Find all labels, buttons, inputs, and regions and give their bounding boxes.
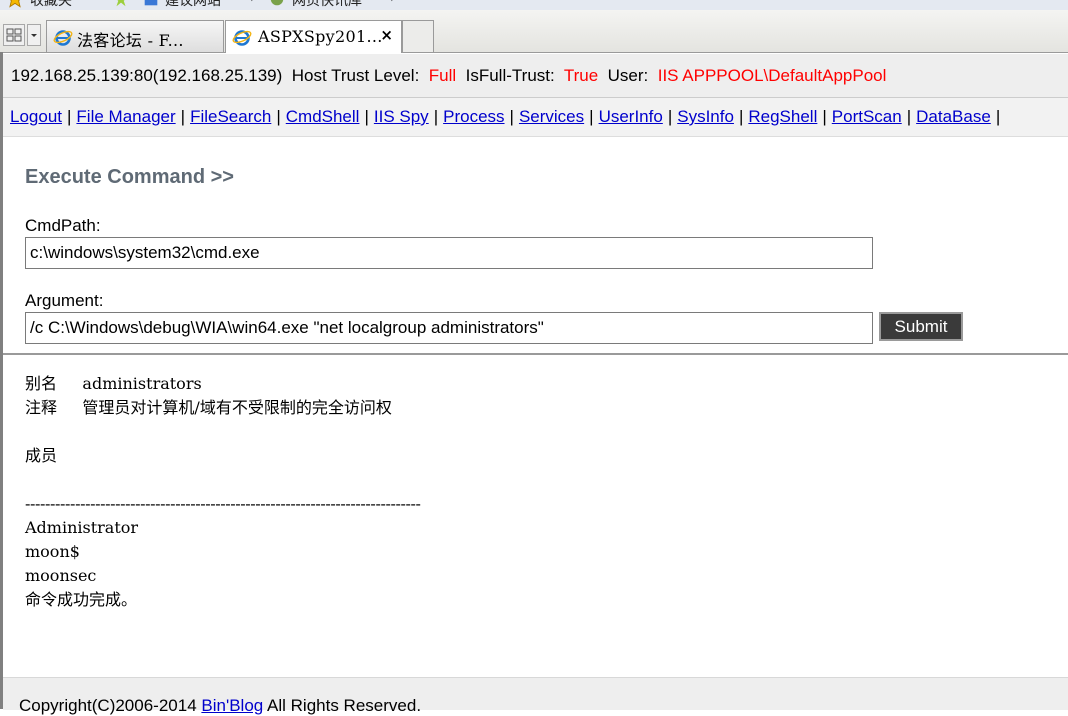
rights-text: All Rights Reserved. [267, 696, 422, 715]
full-trust-label: IsFull-Trust: [465, 66, 555, 85]
main-nav: Logout | File Manager | FileSearch | CmdShell |… [3, 98, 1068, 137]
tab-list-button[interactable] [27, 24, 41, 46]
output-line: 命令成功完成。 [25, 590, 138, 609]
output-separator-line: ----------------------------------------… [25, 494, 421, 513]
favorites-label[interactable]: 收藏夹 [30, 0, 72, 10]
nav-regshell[interactable]: RegShell [748, 107, 817, 126]
argument-label: Argument: [25, 291, 104, 310]
nav-file-search[interactable]: FileSearch [190, 107, 271, 126]
nav-separator: | [509, 107, 514, 126]
trust-level-value: Full [428, 66, 457, 85]
divider [3, 353, 1068, 355]
nav-logout[interactable]: Logout [10, 107, 62, 126]
tab-title: 法客论坛 - F... [77, 31, 184, 50]
trust-level-label: Host Trust Level: [291, 66, 420, 85]
user-value: IIS APPPOOL\DefaultAppPool [657, 66, 887, 85]
nav-separator: | [822, 107, 827, 126]
output-line: moonsec [25, 566, 97, 585]
nav-separator: | [589, 107, 594, 126]
ie-icon [53, 30, 73, 46]
nav-separator: | [364, 107, 369, 126]
close-tab-icon[interactable]: × [380, 26, 393, 44]
quick-tabs-icon [6, 28, 22, 42]
nav-separator: | [995, 107, 1001, 126]
tab-strip: 法客论坛 - F... ASPXSpy201... × [0, 10, 1068, 53]
nav-database[interactable]: DataBase [916, 107, 991, 126]
nav-portscan[interactable]: PortScan [832, 107, 902, 126]
argument-input[interactable]: /c C:\Windows\debug\WIA\win64.exe "net l… [25, 312, 873, 344]
footer: Copyright(C)2006-2014 Bin'Blog All Right… [3, 677, 1068, 715]
suggested-sites-link[interactable]: 建议网站 [165, 0, 221, 10]
nav-userinfo[interactable]: UserInfo [599, 107, 663, 126]
nav-separator: | [738, 107, 744, 126]
blog-link[interactable]: Bin'Blog [201, 696, 263, 715]
nav-services[interactable]: Services [519, 107, 584, 126]
nav-separator: | [667, 107, 673, 126]
tab-aspxspy[interactable]: ASPXSpy201... × [225, 20, 402, 53]
nav-process[interactable]: Process [443, 107, 504, 126]
output-line: 成员 [25, 446, 58, 465]
cmdpath-label: CmdPath: [25, 216, 101, 235]
tab-fake-forum[interactable]: 法客论坛 - F... [46, 20, 224, 52]
page-left-border [0, 52, 3, 709]
output-line: Administrator [25, 518, 139, 537]
host-address: 192.168.25.139:80(192.168.25.139) [11, 66, 283, 85]
nav-file-manager[interactable]: File Manager [76, 107, 175, 126]
favorites-star-icon[interactable] [6, 0, 24, 8]
nav-separator: | [433, 107, 439, 126]
chevron-down-icon [31, 34, 37, 37]
submit-button[interactable]: Submit [879, 312, 963, 341]
nav-iis-spy[interactable]: IIS Spy [374, 107, 429, 126]
nav-cmdshell[interactable]: CmdShell [286, 107, 360, 126]
web-slice-dropdown-icon[interactable]: ▼ [388, 0, 396, 3]
copyright-text: Copyright(C)2006-2014 [19, 696, 197, 715]
new-tab-button[interactable] [402, 20, 434, 52]
cmdpath-input[interactable]: c:\windows\system32\cmd.exe [25, 237, 873, 269]
full-trust-value: True [563, 66, 599, 85]
nav-sysinfo[interactable]: SysInfo [677, 107, 734, 126]
suggested-sites-dropdown-icon[interactable]: ▼ [248, 0, 256, 3]
user-label: User: [607, 66, 649, 85]
quick-tabs-button[interactable] [3, 24, 25, 46]
tab-title: ASPXSpy201... [258, 27, 383, 46]
command-output: 别名 administrators 注释 管理员对计算机/域有不受限制的完全访问… [25, 372, 895, 612]
nav-separator: | [67, 107, 72, 126]
nav-separator: | [180, 107, 186, 126]
output-line: 注释 管理员对计算机/域有不受限制的完全访问权 [25, 398, 392, 417]
host-info-bar: 192.168.25.139:80(192.168.25.139) Host T… [3, 54, 1068, 98]
ie-icon [232, 30, 252, 46]
section-title: Execute Command >> [25, 166, 234, 188]
nav-separator: | [276, 107, 281, 126]
output-line: 别名 administrators [25, 374, 202, 393]
nav-separator: | [906, 107, 912, 126]
output-line: moon$ [25, 542, 80, 561]
web-slice-gallery-link[interactable]: 网页快讯库 [292, 0, 362, 10]
